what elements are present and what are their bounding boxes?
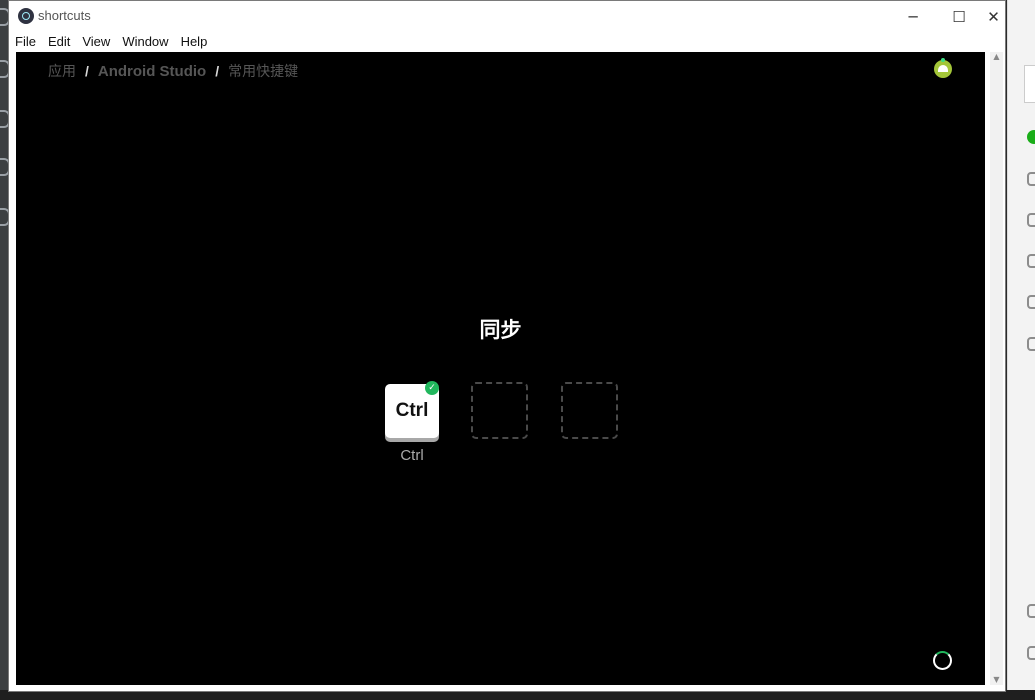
- contacts-icon[interactable]: [1027, 172, 1035, 186]
- android-avatar-icon[interactable]: [934, 58, 952, 78]
- box-icon[interactable]: [1027, 213, 1035, 227]
- check-icon: ✓: [425, 381, 439, 395]
- shortcut-title: 同步: [479, 318, 522, 342]
- empty-key-slot: [471, 382, 528, 439]
- main-content: 应用 / Android Studio / 常用快捷键 同步 Ctrl ✓ Ct…: [16, 52, 985, 685]
- breadcrumb-android-studio[interactable]: Android Studio: [98, 63, 206, 80]
- title-bar: shortcuts ─ ☐ ✕: [9, 1, 1005, 32]
- menu-view[interactable]: View: [76, 32, 116, 52]
- menu-help[interactable]: Help: [175, 32, 214, 52]
- breadcrumb-shortcuts[interactable]: 常用快捷键: [228, 61, 298, 81]
- chat-icon[interactable]: [1027, 130, 1035, 144]
- breadcrumb-separator: /: [215, 63, 220, 79]
- empty-key-slot: [561, 382, 618, 439]
- menu-bar: File Edit View Window Help: [9, 32, 1005, 52]
- close-button[interactable]: ✕: [982, 1, 1005, 32]
- app-window: shortcuts ─ ☐ ✕ File Edit View Window He…: [8, 0, 1006, 692]
- breadcrumb-separator: /: [85, 63, 89, 79]
- desktop-right-sidebar: [1007, 0, 1035, 700]
- loading-spinner-icon: [933, 651, 952, 670]
- settings-icon[interactable]: [1027, 337, 1035, 351]
- thumbnail-image: [1024, 65, 1035, 103]
- scroll-up-icon[interactable]: ▲: [990, 52, 1003, 62]
- breadcrumb-apps[interactable]: 应用: [48, 61, 76, 81]
- menu-icon[interactable]: [1027, 646, 1035, 660]
- globe-icon[interactable]: [1027, 295, 1035, 309]
- phone-icon[interactable]: [1027, 604, 1035, 618]
- scroll-down-icon[interactable]: ▼: [990, 675, 1003, 685]
- menu-window[interactable]: Window: [116, 32, 174, 52]
- minimize-button[interactable]: ─: [890, 1, 936, 32]
- breadcrumb: 应用 / Android Studio / 常用快捷键: [48, 61, 298, 81]
- maximize-button[interactable]: ☐: [936, 1, 982, 32]
- window-title: shortcuts: [38, 8, 91, 23]
- menu-edit[interactable]: Edit: [42, 32, 76, 52]
- electron-app-icon: [18, 8, 34, 24]
- key-caption: Ctrl: [400, 447, 424, 464]
- menu-file[interactable]: File: [9, 32, 42, 52]
- vertical-scrollbar[interactable]: ▲ ▼: [990, 52, 1003, 685]
- folder-icon[interactable]: [1027, 254, 1035, 268]
